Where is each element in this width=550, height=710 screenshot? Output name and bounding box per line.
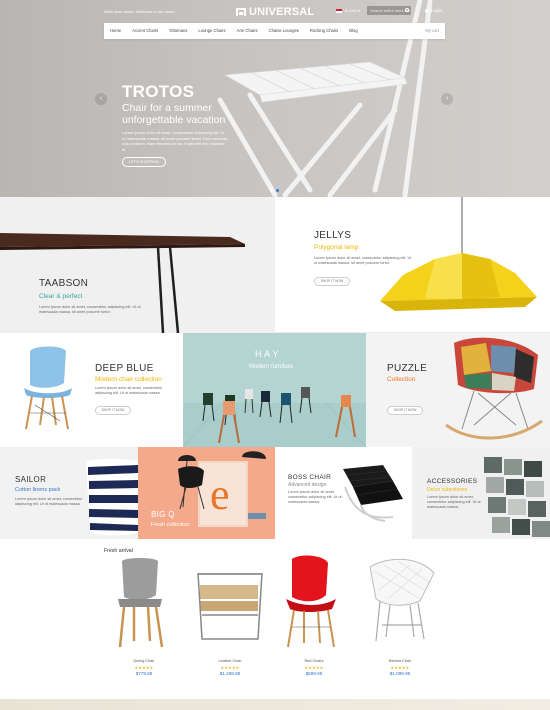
promo-deep-blue[interactable]: DEEP BLUE Modern chair collection Lorem …	[0, 333, 183, 447]
promo-text: Lorem ipsum dolor sit amet, consectetur …	[15, 497, 83, 507]
promo-boss-chair[interactable]: BOSS CHAIR Advanced design Lorem ipsum d…	[275, 447, 412, 539]
promo-puzzle[interactable]: PUZZLE Collection SHOP IT NOW	[366, 333, 550, 447]
promo-title: H A Y	[255, 349, 279, 359]
promo-accessories[interactable]: ACCESSORIES Decor cubestones Lorem ipsum…	[412, 447, 550, 539]
promo-sailor[interactable]: SAILOR Cotton linens pack Lorem ipsum do…	[0, 447, 138, 539]
hero-shop-button[interactable]: LET'S SHOPPING	[122, 157, 166, 167]
slider-dot[interactable]	[270, 189, 273, 192]
product-image	[118, 558, 164, 648]
promo-subtitle: Decor cubestones	[427, 487, 468, 493]
hero-slider: Hello dear visitor. Welcome to our store…	[0, 0, 550, 197]
rocking-chair-image	[445, 337, 543, 440]
promo-subtitle: Clear & perfect	[39, 293, 83, 300]
product-image	[369, 558, 435, 642]
promo-title: ACCESSORIES	[427, 478, 478, 485]
promo-title: BIG Q	[151, 510, 175, 519]
slider-next-icon[interactable]: ›	[441, 93, 453, 105]
promo-subtitle: Modern chair collection	[95, 376, 162, 383]
promo-taabson[interactable]: TAABSON Clear & perfect Lorem ipsum dolo…	[0, 197, 275, 333]
rating-stars-icon: ★★★★★	[220, 665, 240, 670]
nav-item-accent-chairs[interactable]: Accent Chairs	[132, 28, 158, 33]
footer-banner-edge	[0, 699, 550, 710]
cubestones-image	[484, 457, 550, 537]
promo-text: Lorem ipsum dolor sit amet, consectetur …	[39, 305, 141, 315]
promo-subtitle: Modern furniture	[249, 364, 294, 370]
slider-dots	[270, 189, 279, 192]
shop-now-button[interactable]: SHOP IT NOW	[314, 277, 350, 286]
promo-text: Lorem ipsum dolor sit amet, consectetur …	[95, 386, 163, 396]
promo-text: Lorem ipsum dolor sit amet, consectetur …	[427, 495, 481, 510]
section-title-fresh-arrival: Fresh arrival	[104, 548, 133, 554]
product-image	[286, 555, 336, 648]
promo-subtitle: Cotton linens pack	[15, 487, 61, 493]
pillow-image	[86, 458, 138, 536]
rating-stars-icon: ★★★★★	[134, 665, 154, 670]
rating-stars-icon: ★★★★★	[390, 665, 410, 670]
blue-chair-image	[24, 346, 72, 430]
search-icon[interactable]	[405, 8, 409, 12]
promo-title: BOSS CHAIR	[288, 474, 332, 481]
rating-stars-icon: ★★★★★	[304, 665, 324, 670]
login-link[interactable]: Login	[425, 8, 442, 13]
logo-text: UNIVERSAL	[249, 6, 315, 18]
product-price: $699.99	[305, 671, 323, 676]
product-card[interactable]: Red Chairs ★★★★★ $699.99	[274, 555, 354, 685]
login-label: Login	[431, 8, 443, 13]
promo-subtitle: Polygonal lamp	[314, 244, 359, 251]
nav-item-chaise-lounges[interactable]: Chaise Lounges	[269, 28, 299, 33]
hero-subtitle: Chair for a summer unforgettable vacatio…	[122, 102, 226, 126]
product-name[interactable]: Dining Chair	[104, 659, 184, 663]
promo-text: Lorem ipsum dolor sit amet, consectetur …	[314, 256, 412, 266]
shop-now-button[interactable]: SHOP IT NOW	[95, 406, 131, 415]
product-image	[197, 572, 263, 640]
promo-title: JELLYS	[314, 230, 352, 241]
search-input[interactable]: Search entire store her	[367, 6, 411, 15]
main-nav: Home Accent Chairs Ottomans Lounge Chair…	[104, 23, 445, 39]
promo-hay[interactable]: H A Y Modern furniture	[183, 333, 366, 447]
promo-subtitle: Advanced design	[288, 482, 327, 488]
hero-text: Lorem ipsum dolor sit amet, consectetur …	[122, 130, 227, 152]
nav-item-rocking-chairs[interactable]: Rocking Chairs	[310, 28, 338, 33]
nav-item-blog[interactable]: Blog	[349, 28, 357, 33]
slider-dot-active[interactable]	[276, 189, 279, 192]
promo-subtitle: Collection	[387, 376, 416, 383]
top-bar: Hello dear visitor. Welcome to our store…	[0, 0, 550, 24]
nav-item-ottomans[interactable]: Ottomans	[169, 28, 187, 33]
user-icon	[425, 8, 429, 13]
shop-now-button[interactable]: SHOP IT NOW	[387, 406, 423, 415]
currency-select[interactable]: $ USD ▾	[345, 8, 360, 13]
hero-title: TROTOS	[122, 82, 195, 101]
promo-subtitle: Fresh collection	[151, 522, 190, 528]
welcome-text: Hello dear visitor. Welcome to our store…	[104, 9, 175, 14]
product-price: $1,099.99	[389, 671, 411, 676]
nav-item-lounge-chairs[interactable]: Lounge Chairs	[198, 28, 225, 33]
promo-title: DEEP BLUE	[95, 363, 154, 374]
product-name[interactable]: Leather Chair	[190, 659, 270, 663]
product-name[interactable]: Bertoia Chair	[360, 659, 440, 663]
product-price: $779.99	[135, 671, 153, 676]
promo-title: SAILOR	[15, 475, 47, 484]
product-price: $1,299.99	[219, 671, 241, 676]
svg-text:e: e	[210, 470, 230, 519]
flag-icon[interactable]	[336, 9, 342, 13]
product-card[interactable]: Bertoia Chair ★★★★★ $1,099.99	[360, 555, 440, 685]
nav-item-arm-chairs[interactable]: Arm Chairs	[237, 28, 258, 33]
promo-jellys[interactable]: JELLYS Polygonal lamp Lorem ipsum dolor …	[275, 197, 550, 333]
promo-title: PUZZLE	[387, 363, 428, 374]
logo[interactable]: UNIVERSAL	[236, 6, 314, 18]
promo-big-q[interactable]: e BIG Q Fresh collection	[138, 447, 275, 539]
nav-item-home[interactable]: Home	[110, 28, 121, 33]
promo-title: TAABSON	[39, 278, 89, 289]
slider-prev-icon[interactable]: ‹	[95, 93, 107, 105]
product-card[interactable]: Leather Chair ★★★★★ $1,299.99	[190, 555, 270, 685]
logo-icon	[236, 8, 246, 16]
promo-text: Lorem ipsum dolor sit amet, consectetur …	[288, 490, 342, 505]
product-card[interactable]: Dining Chair ★★★★★ $779.99	[104, 555, 184, 685]
product-name[interactable]: Red Chairs	[274, 659, 354, 663]
cart-link[interactable]: My cart	[425, 28, 439, 33]
